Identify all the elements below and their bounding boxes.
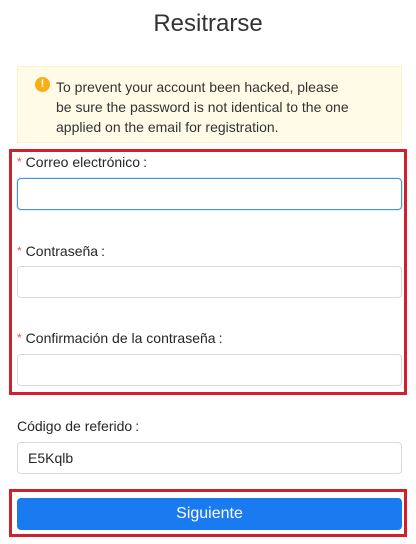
next-button[interactable]: Siguiente — [17, 498, 402, 530]
email-field[interactable] — [17, 178, 402, 210]
warning-alert: ! To prevent your account been hacked, p… — [17, 66, 402, 143]
warning-circle-icon: ! — [35, 77, 50, 92]
email-label: * Correo electrónico: — [17, 154, 147, 170]
password-label: * Contraseña: — [17, 243, 105, 259]
required-asterisk: * — [17, 155, 22, 169]
confirm-password-label: * Confirmación de la contraseña: — [17, 330, 223, 346]
alert-message: To prevent your account been hacked, ple… — [56, 77, 396, 137]
page-title: Resitrarse — [153, 10, 263, 37]
alert-line-1: To prevent your account been hacked, ple… — [56, 79, 339, 95]
required-asterisk: * — [17, 244, 22, 258]
confirm-password-field[interactable] — [17, 354, 402, 386]
registration-page: Resitrarse ! To prevent your account bee… — [0, 0, 416, 544]
alert-line-3: applied on the email for registration. — [56, 119, 279, 135]
required-asterisk: * — [17, 331, 22, 345]
password-field[interactable] — [17, 266, 402, 298]
referral-code-field[interactable] — [17, 442, 402, 474]
referral-code-label: Código de referido: — [17, 418, 140, 434]
alert-line-2: be sure the password is not identical to… — [56, 99, 349, 115]
